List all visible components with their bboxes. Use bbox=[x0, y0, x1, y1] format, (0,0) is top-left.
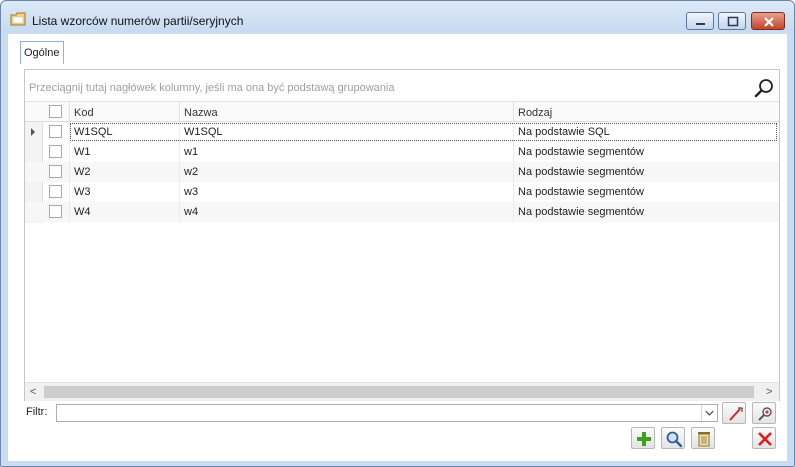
cell-rodzaj: Na podstawie SQL bbox=[513, 122, 779, 142]
current-row-indicator-icon bbox=[31, 128, 35, 136]
row-checkbox[interactable] bbox=[49, 145, 62, 158]
view-button[interactable] bbox=[661, 427, 685, 449]
cell-kod: W3 bbox=[69, 182, 179, 202]
maximize-icon bbox=[727, 16, 739, 27]
add-button[interactable] bbox=[631, 427, 655, 449]
filter-label: Filtr: bbox=[26, 406, 48, 418]
horizontal-scrollbar[interactable]: < > bbox=[25, 382, 779, 401]
cell-kod: W2 bbox=[69, 162, 179, 182]
clear-filter-icon bbox=[729, 407, 743, 421]
maximize-button[interactable] bbox=[718, 12, 746, 30]
tab-ogolne[interactable]: Ogólne bbox=[20, 41, 64, 64]
window-title: Lista wzorców numerów partii/seryjnych bbox=[32, 14, 244, 28]
cell-rodzaj: Na podstawie segmentów bbox=[513, 142, 779, 162]
cell-rodzaj: Na podstawie segmentów bbox=[513, 202, 779, 222]
row-checkbox[interactable] bbox=[49, 165, 62, 178]
cell-rodzaj: Na podstawie segmentów bbox=[513, 182, 779, 202]
row-checkbox[interactable] bbox=[49, 205, 62, 218]
row-checkbox[interactable] bbox=[49, 185, 62, 198]
cell-nazwa: w1 bbox=[179, 142, 513, 162]
add-icon bbox=[637, 432, 651, 446]
close-icon bbox=[764, 17, 774, 27]
table-row[interactable]: W1SQL W1SQL Na podstawie SQL bbox=[25, 122, 779, 142]
table-row[interactable]: W1 w1 Na podstawie segmentów bbox=[25, 142, 779, 162]
window-content: Ogólne Przeciągnij tutaj nagłówek kolumn… bbox=[8, 34, 787, 461]
table-row[interactable]: W3 w3 Na podstawie segmentów bbox=[25, 182, 779, 202]
column-header-nazwa[interactable]: Nazwa bbox=[179, 102, 513, 122]
filter-settings-icon bbox=[758, 407, 772, 421]
cell-kod: W1SQL bbox=[69, 122, 179, 142]
close-button[interactable] bbox=[752, 427, 776, 449]
cell-nazwa: w3 bbox=[179, 182, 513, 202]
chevron-down-icon[interactable] bbox=[701, 405, 717, 421]
magnifier-icon bbox=[666, 431, 683, 448]
minimize-button[interactable] bbox=[686, 12, 714, 30]
column-header-kod[interactable]: Kod bbox=[69, 102, 179, 122]
cell-kod: W1 bbox=[69, 142, 179, 162]
column-header-rodzaj[interactable]: Rodzaj bbox=[513, 102, 779, 122]
cell-nazwa: W1SQL bbox=[179, 122, 513, 142]
select-all-checkbox[interactable] bbox=[49, 105, 62, 118]
app-window: Lista wzorców numerów partii/seryjnych O… bbox=[0, 0, 795, 467]
minimize-icon bbox=[696, 23, 705, 25]
table-row[interactable]: W4 w4 Na podstawie segmentów bbox=[25, 202, 779, 222]
table-row[interactable]: W2 w2 Na podstawie segmentów bbox=[25, 162, 779, 182]
title-bar: Lista wzorców numerów partii/seryjnych bbox=[1, 1, 794, 33]
scroll-left-icon[interactable]: < bbox=[30, 386, 36, 398]
trash-icon bbox=[698, 432, 710, 447]
cell-kod: W4 bbox=[69, 202, 179, 222]
window-close-button[interactable] bbox=[751, 12, 785, 30]
group-by-hint: Przeciągnij tutaj nagłówek kolumny, jeśl… bbox=[29, 82, 395, 94]
delete-button[interactable] bbox=[691, 427, 715, 449]
grid-header: Kod Nazwa Rodzaj bbox=[25, 101, 779, 122]
filter-settings-button[interactable] bbox=[752, 402, 776, 424]
close-icon bbox=[758, 432, 772, 446]
clear-filter-button[interactable] bbox=[722, 402, 746, 424]
search-icon[interactable] bbox=[753, 77, 775, 99]
grid-panel: Przeciągnij tutaj nagłówek kolumny, jeśl… bbox=[24, 69, 780, 401]
cell-rodzaj: Na podstawie segmentów bbox=[513, 162, 779, 182]
scroll-right-icon[interactable]: > bbox=[766, 386, 772, 398]
folder-icon bbox=[10, 12, 26, 26]
cell-nazwa: w4 bbox=[179, 202, 513, 222]
filter-input[interactable] bbox=[56, 404, 718, 422]
scrollbar-thumb[interactable] bbox=[44, 386, 754, 398]
row-checkbox[interactable] bbox=[49, 125, 62, 138]
cell-nazwa: w2 bbox=[179, 162, 513, 182]
